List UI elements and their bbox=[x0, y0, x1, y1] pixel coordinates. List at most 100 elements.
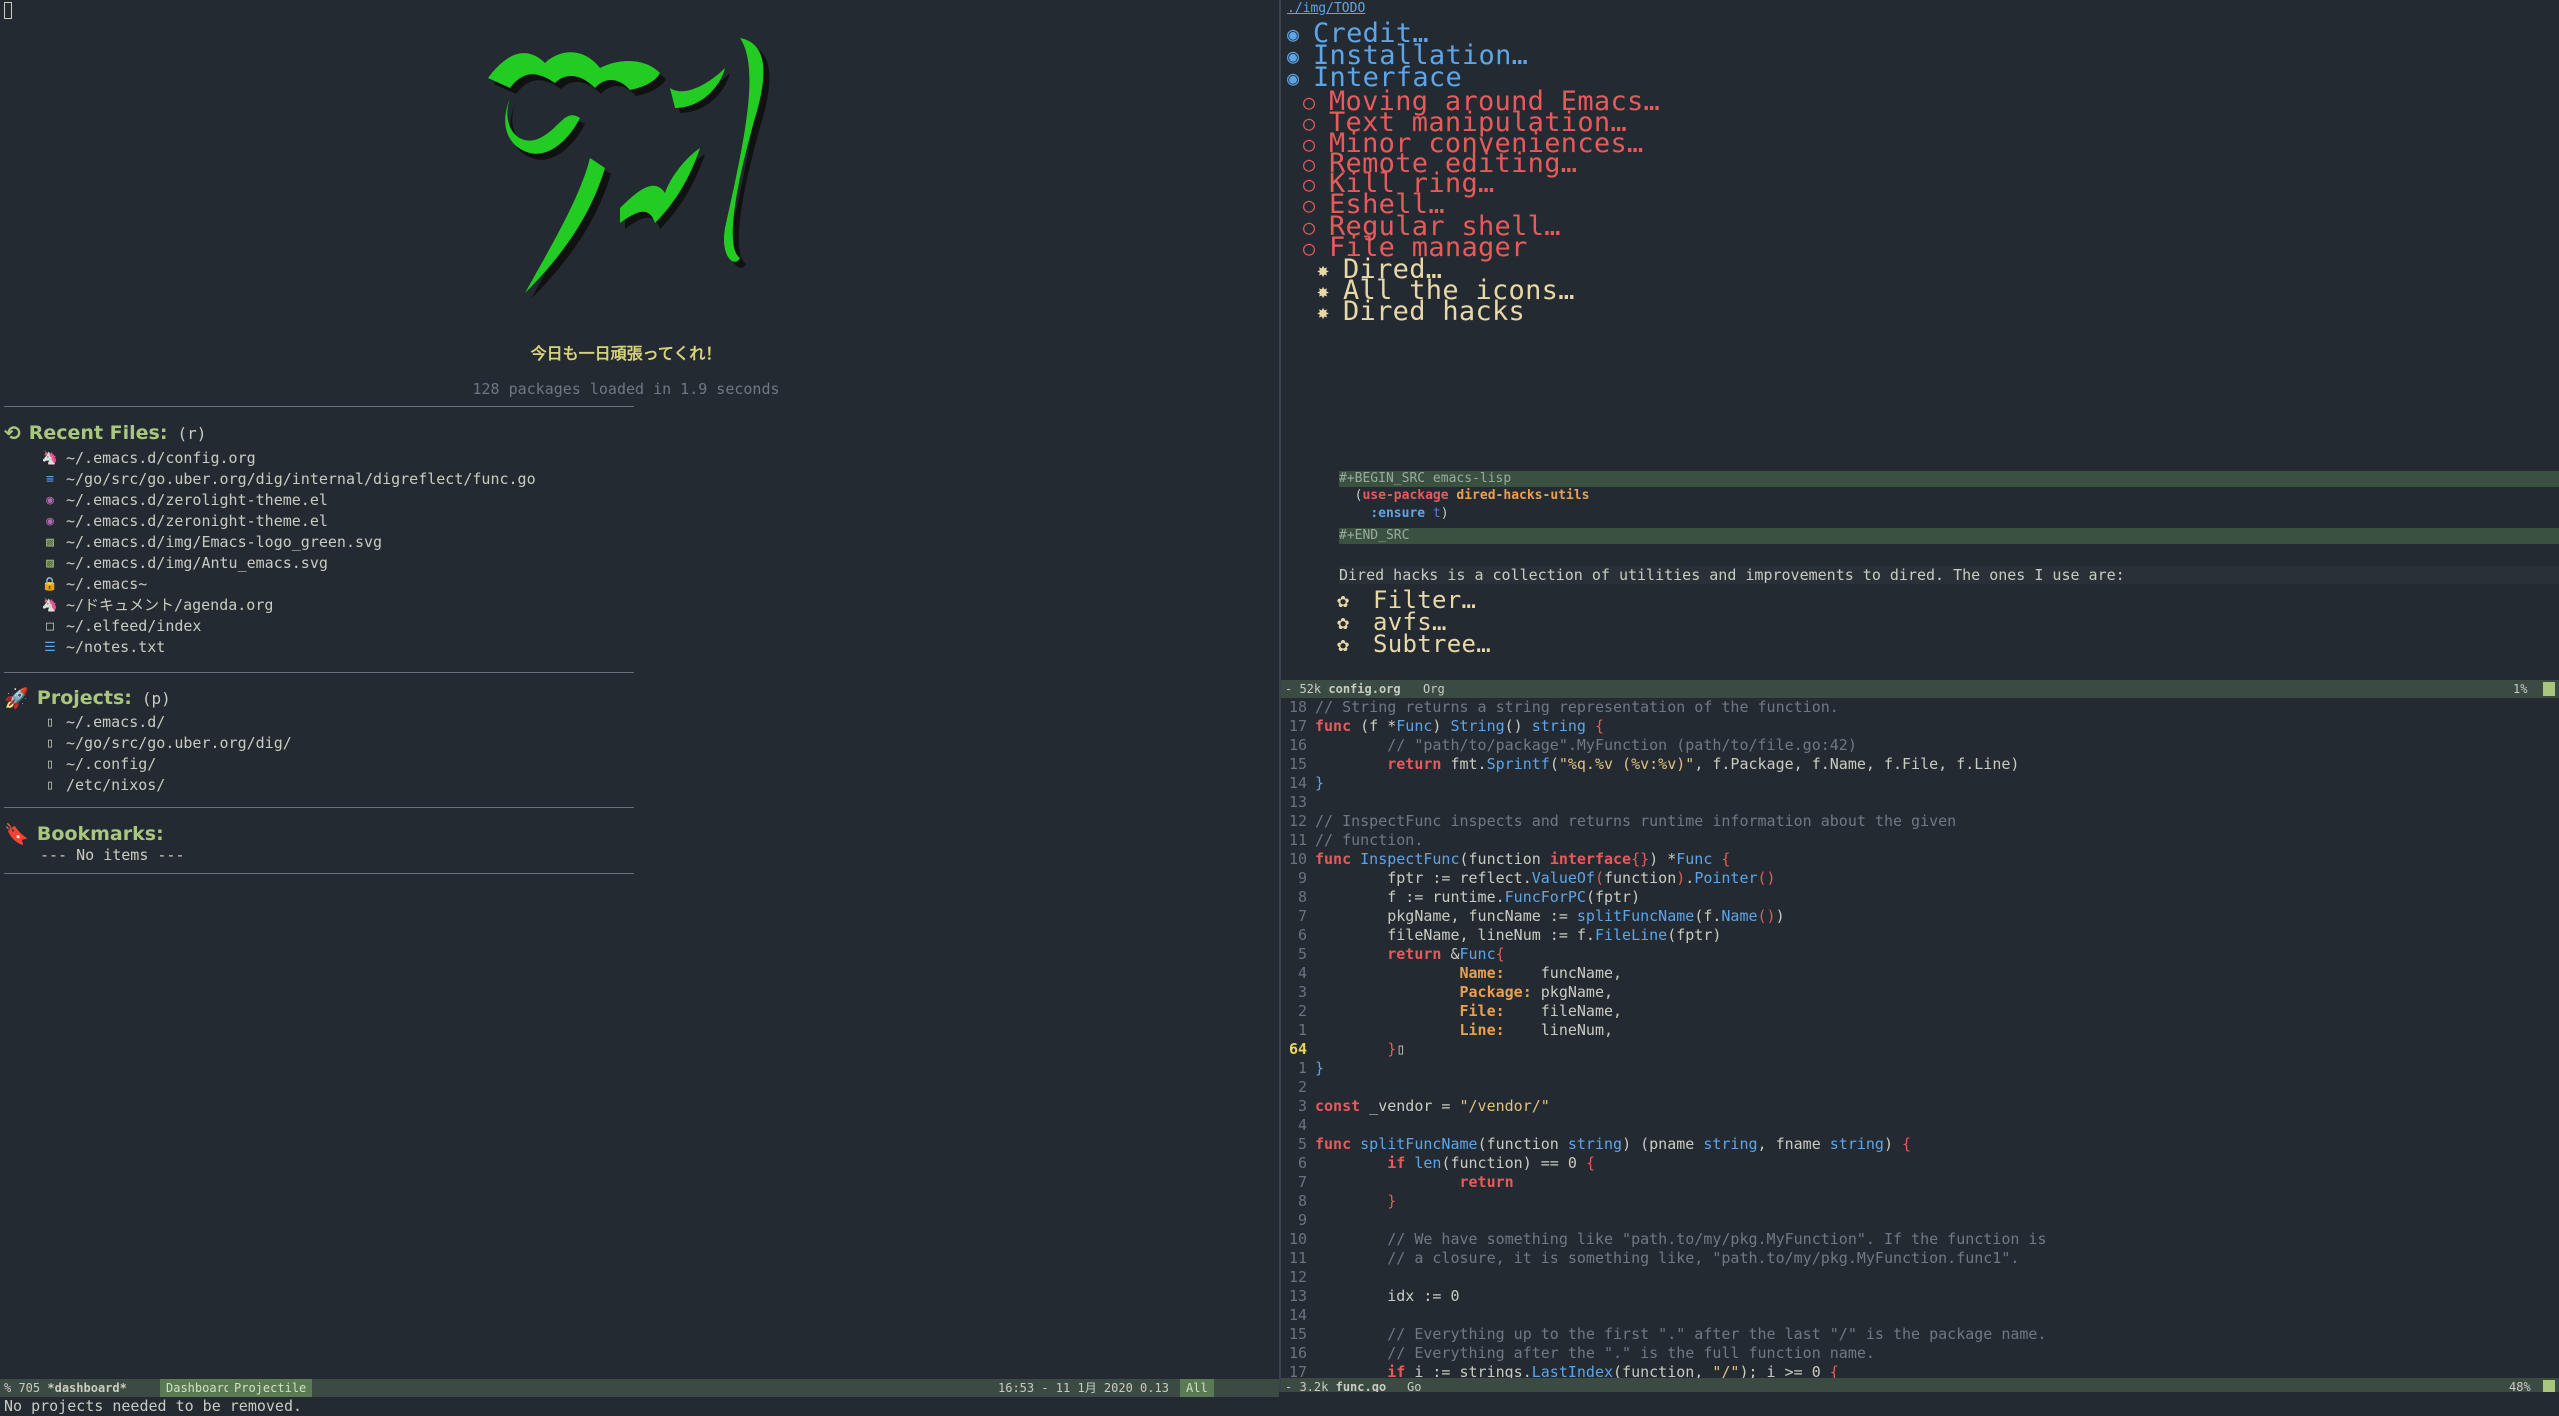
org-heading[interactable]: ✸ Dired hacks bbox=[1317, 296, 1525, 327]
major-mode[interactable]: Dashboard bbox=[160, 1379, 238, 1397]
code-line[interactable]: 12 // InspectFunc inspects and returns ru… bbox=[1281, 812, 2559, 831]
elisp-icon: ◉ bbox=[46, 514, 54, 529]
recent-file-item[interactable]: ◉ ~/.emacs.d/zeronight-theme.el bbox=[40, 511, 536, 532]
line-number: 15 bbox=[1288, 1325, 1307, 1343]
code-text: return bbox=[1459, 1173, 1514, 1191]
code-line[interactable]: 16 // Everything after the "." is the fu… bbox=[1281, 1344, 2559, 1363]
org-paragraph[interactable]: Dired hacks is a collection of utilities… bbox=[1339, 566, 2559, 584]
recent-file-item[interactable]: ≡ ~/go/src/go.uber.org/dig/internal/digre… bbox=[40, 469, 536, 490]
code-text: f := runtime.FuncForPC(fptr) bbox=[1315, 888, 1641, 906]
recent-file-item[interactable]: □ ~/.elfeed/index bbox=[40, 616, 536, 637]
code-text: // "path/to/package".MyFunction (path/to… bbox=[1387, 736, 1857, 754]
bookmarks-heading[interactable]: 🔖 Bookmarks: bbox=[4, 822, 164, 846]
code-line[interactable]: 2 bbox=[1281, 1078, 2559, 1097]
code-line[interactable]: 14} bbox=[1281, 774, 2559, 793]
code-line[interactable]: 1} bbox=[1281, 1059, 2559, 1078]
code-line[interactable]: 3 Package: pkgName, bbox=[1281, 983, 2559, 1002]
go-code-buffer[interactable]: 18// String returns a string representat… bbox=[1281, 698, 2559, 1378]
recent-file-item[interactable]: ☰ ~/notes.txt bbox=[40, 637, 536, 658]
recent-file-item[interactable]: 🦄 ~/ドキュメント/agenda.org bbox=[40, 595, 536, 616]
line-number: 18 bbox=[1288, 698, 1307, 716]
project-item[interactable]: ▯ ~/go/src/go.uber.org/dig/ bbox=[40, 733, 292, 754]
code-line[interactable]: 8 } bbox=[1281, 1192, 2559, 1211]
code-text: // Everything after the "." is the full … bbox=[1387, 1344, 1875, 1362]
project-item[interactable]: ▯ /etc/nixos/ bbox=[40, 775, 292, 796]
code-line[interactable]: 11 // function. bbox=[1281, 831, 2559, 850]
line-number: 1 bbox=[1297, 1059, 1307, 1077]
project-item[interactable]: ▯ ~/.config/ bbox=[40, 754, 292, 775]
echo-area: No projects needed to be removed. bbox=[4, 1397, 303, 1415]
code-line[interactable]: 18 // String returns a string representat… bbox=[1281, 698, 2559, 717]
recent-file-item-path: ~/ドキュメント/agenda.org bbox=[66, 596, 274, 614]
line-number: 13 bbox=[1288, 793, 1307, 811]
code-line[interactable]: 4 bbox=[1281, 1116, 2559, 1135]
code-line[interactable]: 15 // Everything up to the first "." aft… bbox=[1281, 1325, 2559, 1344]
code-line[interactable]: 10 func InspectFunc(function interface{})… bbox=[1281, 850, 2559, 869]
code-line[interactable]: 9 fptr := reflect.ValueOf(function).Poin… bbox=[1281, 869, 2559, 888]
recent-file-item[interactable]: 🦄 ~/.emacs.d/config.org bbox=[40, 448, 536, 469]
project-item[interactable]: ▯ ~/.emacs.d/ bbox=[40, 712, 292, 733]
code-line[interactable]: 1 Line: lineNum, bbox=[1281, 1021, 2559, 1040]
code-line[interactable]: 11 // a closure, it is something like, "… bbox=[1281, 1249, 2559, 1268]
line-number: 7 bbox=[1297, 907, 1307, 925]
code-text: if i := strings.LastIndex(function, "/")… bbox=[1387, 1363, 1839, 1378]
org-buffer[interactable]: ./img/TODO ◉ Credit… ◉ Installation… ◉ Interf… bbox=[1281, 0, 2559, 680]
code-line[interactable]: 14 bbox=[1281, 1306, 2559, 1325]
code-line[interactable]: 13 bbox=[1281, 793, 2559, 812]
dashboard-pane[interactable]: 今日も一日頑張ってくれ！ 128 packages loaded in 1.9 … bbox=[0, 0, 1279, 1379]
code-line[interactable]: 17 func (f *Func) String() string { bbox=[1281, 717, 2559, 736]
projects-heading[interactable]: 🚀 Projects: (p) bbox=[4, 686, 171, 710]
dashboard-modeline[interactable]: % 705 *dashboard* Dashboard Projectile 1… bbox=[0, 1379, 1279, 1397]
minor-mode[interactable]: Projectile bbox=[228, 1379, 313, 1397]
major-mode[interactable]: Go bbox=[1407, 1378, 1421, 1392]
code-line[interactable]: 64 }▯ bbox=[1281, 1040, 2559, 1059]
code-line[interactable]: 12 bbox=[1281, 1268, 2559, 1287]
code-line[interactable]: 3 const _vendor = "/vendor/" bbox=[1281, 1097, 2559, 1116]
code-text: } bbox=[1387, 1192, 1397, 1210]
divider bbox=[4, 873, 634, 874]
code-text: func splitFuncName(function string) (pna… bbox=[1315, 1135, 1912, 1153]
recent-file-item[interactable]: 🔒 ~/.emacs~ bbox=[40, 574, 536, 595]
flower-bullet-icon: ✿ bbox=[1337, 632, 1350, 656]
recent-file-item[interactable]: ▨ ~/.emacs.d/img/Emacs-logo_green.svg bbox=[40, 532, 536, 553]
right-pane: ./img/TODO ◉ Credit… ◉ Installation… ◉ Interf… bbox=[1281, 0, 2559, 1392]
code-line[interactable]: 10 // We have something like "path.to/my… bbox=[1281, 1230, 2559, 1249]
line-number: 2 bbox=[1297, 1002, 1307, 1020]
recent-file-item[interactable]: ◉ ~/.emacs.d/zerolight-theme.el bbox=[40, 490, 536, 511]
text-file-icon: ☰ bbox=[44, 640, 56, 655]
code-line[interactable]: 5 func splitFuncName(function string) (pn… bbox=[1281, 1135, 2559, 1154]
elisp-icon: ◉ bbox=[46, 493, 54, 508]
bookmarks-empty: --- No items --- bbox=[40, 846, 185, 864]
org-modeline[interactable]: - 52k config.org Org 1% bbox=[1281, 680, 2559, 698]
buffer-position: All bbox=[1180, 1379, 1214, 1397]
code-line[interactable]: 2 File: fileName, bbox=[1281, 1002, 2559, 1021]
src-begin: #+BEGIN_SRC emacs-lisp bbox=[1339, 471, 2559, 487]
code-line[interactable]: 4 Name: funcName, bbox=[1281, 964, 2559, 983]
line-number: 3 bbox=[1297, 983, 1307, 1001]
recent-file-item-path: ~/.elfeed/index bbox=[66, 617, 202, 635]
recent-file-item-path: ~/.emacs.d/config.org bbox=[66, 449, 256, 467]
code-line[interactable]: 7 return bbox=[1281, 1173, 2559, 1192]
go-modeline[interactable]: - 3.2k func.go Go 48% bbox=[1281, 1378, 2559, 1392]
code-line[interactable]: 8 f := runtime.FuncForPC(fptr) bbox=[1281, 888, 2559, 907]
line-number: 9 bbox=[1297, 1211, 1307, 1229]
org-subheading[interactable]: ✿ Subtree… bbox=[1337, 630, 1491, 658]
code-line[interactable]: 6 if len(function) == 0 { bbox=[1281, 1154, 2559, 1173]
code-line[interactable]: 15 return fmt.Sprintf("%q.%v (%v:%v)", f… bbox=[1281, 755, 2559, 774]
project-item-path: ~/go/src/go.uber.org/dig/ bbox=[66, 734, 292, 752]
code-line[interactable]: 16 // "path/to/package".MyFunction (path… bbox=[1281, 736, 2559, 755]
code-line[interactable]: 17 if i := strings.LastIndex(function, "… bbox=[1281, 1363, 2559, 1378]
code-line[interactable]: 7 pkgName, funcName := splitFuncName(f.N… bbox=[1281, 907, 2559, 926]
src-line-2: :ensure t) bbox=[1370, 506, 1449, 521]
code-line[interactable]: 5 return &Func{ bbox=[1281, 945, 2559, 964]
code-line[interactable]: 6 fileName, lineNum := f.FileLine(fptr) bbox=[1281, 926, 2559, 945]
src-end: #+END_SRC bbox=[1339, 528, 2559, 544]
line-number: 10 bbox=[1288, 850, 1307, 868]
major-mode[interactable]: Org bbox=[1423, 680, 1445, 698]
breadcrumb-link[interactable]: ./img/TODO bbox=[1287, 1, 1365, 16]
recent-file-item[interactable]: ▨ ~/.emacs.d/img/Antu_emacs.svg bbox=[40, 553, 536, 574]
code-line[interactable]: 9 bbox=[1281, 1211, 2559, 1230]
recent-files-heading[interactable]: ⟲ Recent Files: (r) bbox=[4, 421, 206, 445]
code-line[interactable]: 13 idx := 0 bbox=[1281, 1287, 2559, 1306]
unicorn-icon: 🦄 bbox=[41, 598, 59, 613]
